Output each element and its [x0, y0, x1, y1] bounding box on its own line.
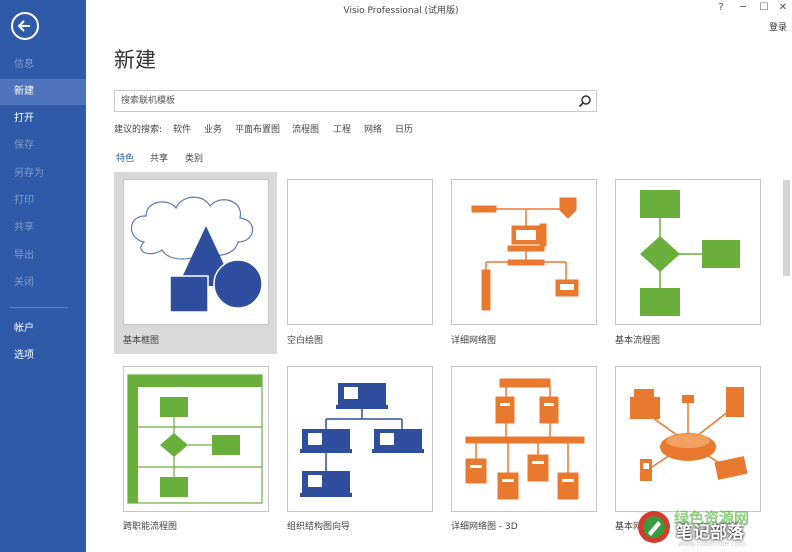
swimlane-icon	[127, 374, 263, 504]
watermark-logo-icon	[638, 511, 670, 543]
template-label[interactable]: 详细网络图 - 3D	[451, 519, 518, 532]
suggested-searches-label: 建议的搜索:	[114, 125, 163, 135]
template-label[interactable]: 详细网络图	[451, 333, 496, 346]
window-title: Visio Professional (试用版)	[343, 6, 459, 16]
template-thumbnail-basic-network[interactable]	[615, 366, 761, 512]
nav-new[interactable]: 新建	[0, 79, 86, 105]
network-devices-icon	[471, 197, 579, 311]
vertical-scrollbar[interactable]	[783, 180, 790, 276]
search-input[interactable]	[115, 91, 575, 111]
tab-categories[interactable]: 类别	[185, 151, 203, 164]
suggest-link-business[interactable]: 业务	[204, 122, 222, 135]
flowchart-shapes-icon	[640, 190, 740, 316]
server-rack-icon	[465, 378, 585, 500]
template-thumbnail-basic-flowchart[interactable]	[615, 179, 761, 325]
template-thumbnail-detailed-network[interactable]	[451, 179, 597, 325]
suggest-link-floor-plan[interactable]: 平面布置图	[235, 122, 280, 135]
org-chart-icon	[300, 383, 424, 497]
suggest-link-network[interactable]: 网络	[364, 122, 382, 135]
restore-button[interactable]: ☐	[757, 1, 771, 15]
template-label[interactable]: 空白绘图	[287, 333, 323, 346]
sign-in-link[interactable]: 登录	[769, 20, 787, 33]
help-button[interactable]: ?	[714, 1, 728, 15]
template-label[interactable]: 基本框图	[123, 333, 159, 346]
suggest-link-calendar[interactable]: 日历	[395, 122, 413, 135]
template-label[interactable]: 跨职能流程图	[123, 519, 177, 532]
title-bar: Visio Professional (试用版) ? ─ ☐ ✕	[86, 0, 792, 18]
back-button[interactable]	[11, 12, 39, 40]
nav-options[interactable]: 选项	[0, 343, 86, 369]
page-title: 新建	[114, 48, 156, 72]
template-thumbnail-basic-diagram[interactable]	[123, 179, 269, 325]
template-thumbnail-blank-drawing[interactable]	[287, 179, 433, 325]
suggest-link-software[interactable]: 软件	[173, 122, 191, 135]
template-label[interactable]: 基本流程图	[615, 333, 660, 346]
network-hub-icon	[630, 387, 748, 481]
backstage-sidebar: 信息 新建 打开 保存 另存为 打印 共享 导出 关闭 帐户 选项	[0, 0, 86, 552]
template-search-box	[114, 90, 597, 112]
minimize-button[interactable]: ─	[736, 1, 750, 15]
basic-shapes-icon	[130, 196, 263, 313]
nav-account[interactable]: 帐户	[0, 316, 86, 342]
nav-save-as[interactable]: 另存为	[0, 161, 86, 187]
visio-backstage: 信息 新建 打开 保存 另存为 打印 共享 导出 关闭 帐户 选项 Visio …	[0, 0, 792, 552]
suggest-link-engineering[interactable]: 工程	[333, 122, 351, 135]
nav-divider	[10, 307, 68, 308]
arrow-left-icon	[17, 20, 30, 32]
close-button[interactable]: ✕	[776, 1, 790, 15]
nav-open[interactable]: 打开	[0, 106, 86, 132]
tab-featured[interactable]: 特色	[116, 151, 134, 164]
template-label[interactable]: 组织结构图向导	[287, 519, 350, 532]
nav-close[interactable]: 关闭	[0, 270, 86, 296]
watermark-url: www.notetribe.com	[678, 540, 747, 548]
search-icon[interactable]	[578, 94, 592, 108]
nav-export[interactable]: 导出	[0, 243, 86, 269]
nav-share[interactable]: 共享	[0, 215, 86, 241]
site-watermark: 绿色资源网 笔记部落 www.notetribe.com	[634, 505, 792, 552]
nav-save[interactable]: 保存	[0, 133, 86, 159]
template-thumbnail-cross-functional-flowchart[interactable]	[123, 366, 269, 512]
suggest-link-flowchart[interactable]: 流程图	[292, 122, 319, 135]
nav-info[interactable]: 信息	[0, 52, 86, 78]
tab-shared[interactable]: 共享	[150, 151, 168, 164]
nav-print[interactable]: 打印	[0, 188, 86, 214]
template-thumbnail-detailed-network-3d[interactable]	[451, 366, 597, 512]
template-thumbnail-org-chart-wizard[interactable]	[287, 366, 433, 512]
